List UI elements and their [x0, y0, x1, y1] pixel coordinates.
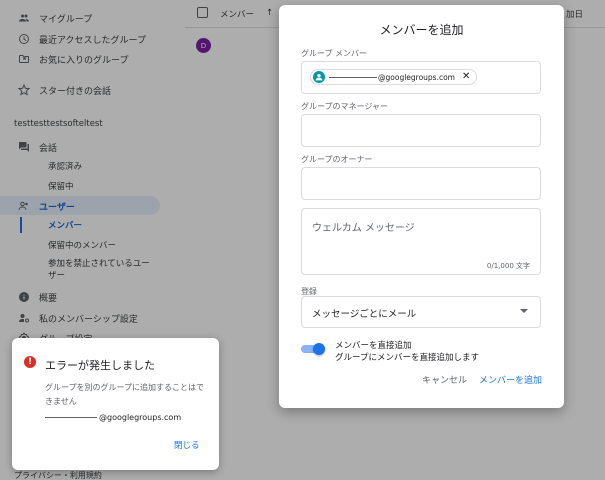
welcome-message-textarea[interactable]: ウェルカム メッセージ 0/1,000 文字 [301, 208, 541, 275]
chip-remove-icon[interactable]: ✕ [462, 72, 470, 82]
direct-add-toggle[interactable] [301, 343, 325, 355]
owners-input[interactable] [301, 167, 541, 200]
member-chip[interactable]: @googlegroups.com ✕ [310, 69, 478, 85]
welcome-char-counter: 0/1,000 文字 [486, 262, 530, 270]
welcome-placeholder: ウェルカム メッセージ [312, 223, 415, 234]
member-chip-email: @googlegroups.com [378, 72, 455, 82]
subscription-select[interactable]: メッセージごとにメール [301, 296, 541, 328]
error-email: @googlegroups.com [99, 413, 182, 422]
add-members-button[interactable]: メンバーを追加 [479, 373, 542, 386]
error-title: エラーが発生しました [45, 359, 155, 372]
error-toast: ! エラーが発生しました グループを別のグループに追加することはできません @g… [12, 338, 219, 470]
toggle-knob [313, 343, 325, 355]
cancel-button[interactable]: キャンセル [422, 373, 467, 386]
subscription-value: メッセージごとにメール [312, 309, 417, 320]
group-members-label: グループ メンバー [301, 49, 368, 58]
managers-input[interactable] [301, 114, 541, 147]
owners-label: グループのオーナー [301, 155, 373, 164]
dropdown-arrow-icon [520, 309, 528, 313]
add-members-dialog: メンバーを追加 グループ メンバー @googlegroups.com ✕ グル… [279, 5, 564, 408]
redacted-username [45, 417, 97, 418]
close-button[interactable]: 閉じる [174, 439, 200, 451]
error-icon: ! [24, 356, 36, 368]
person-icon [313, 71, 325, 83]
direct-add-title: メンバーを直接追加 [335, 341, 412, 351]
redacted-username [329, 77, 377, 78]
dialog-title: メンバーを追加 [379, 23, 464, 37]
direct-add-description: グループにメンバーを直接追加します [335, 353, 479, 363]
managers-label: グループのマネージャー [301, 102, 388, 111]
group-members-input[interactable]: @googlegroups.com ✕ [301, 61, 541, 94]
error-message: グループを別のグループに追加することはできません [45, 383, 205, 406]
